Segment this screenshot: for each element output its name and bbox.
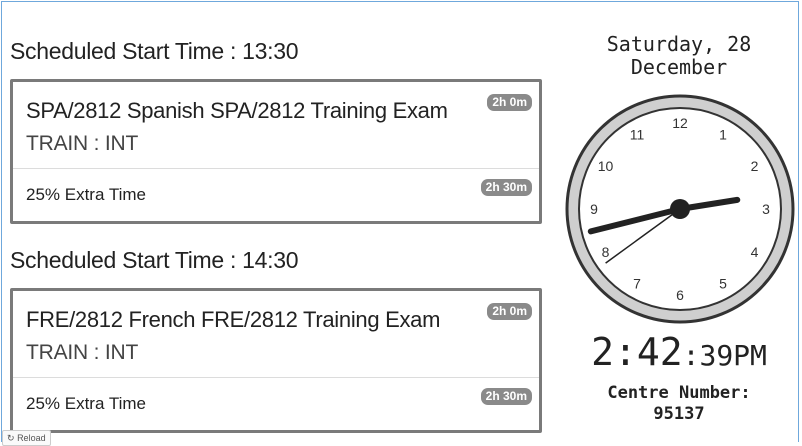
clock-numeral: 7 (633, 276, 641, 292)
clock-center-cap (670, 199, 690, 219)
centre-number-block: Centre Number: 95137 (560, 383, 798, 425)
centre-number-label: Centre Number: (607, 383, 751, 403)
extra-time-row: 25% Extra Time 2h 30m (13, 169, 539, 221)
date-month: December (630, 55, 728, 79)
clock-numeral: 5 (719, 276, 727, 292)
clock-numeral: 1 (719, 127, 727, 143)
scheduled-start-time: Scheduled Start Time : 14:30 (10, 247, 299, 273)
exam-card: SPA/2812 Spanish SPA/2812 Training Exam … (10, 79, 542, 224)
analog-clock: 121234567891011 (565, 94, 795, 324)
scheduled-start-time: Scheduled Start Time : 13:30 (10, 38, 299, 64)
extra-time-label: 25% Extra Time (26, 394, 146, 413)
exam-duration-badge: 2h 0m (487, 94, 532, 111)
exam-title: FRE/2812 French FRE/2812 Training Exam (26, 307, 441, 332)
digital-time: 2:42:39PM (560, 330, 798, 374)
clock-numeral: 3 (762, 201, 770, 217)
time-hours-minutes: 2:42 (591, 330, 683, 374)
exam-title: SPA/2812 Spanish SPA/2812 Training Exam (26, 98, 448, 123)
reload-label: Reload (17, 433, 46, 443)
refresh-icon: ↻ (7, 433, 15, 443)
extra-time-label: 25% Extra Time (26, 185, 146, 204)
exam-subtitle: TRAIN : INT (26, 341, 139, 364)
extra-time-badge: 2h 30m (480, 388, 532, 405)
clock-numeral: 12 (672, 115, 688, 131)
centre-number-value: 95137 (653, 404, 705, 424)
date-weekday-day: Saturday, 28 (606, 32, 752, 56)
extra-time-row: 25% Extra Time 2h 30m (13, 378, 539, 430)
clock-numeral: 9 (590, 201, 598, 217)
clock-numeral: 6 (676, 287, 684, 303)
clock-numeral: 2 (751, 158, 759, 174)
clock-numeral: 8 (602, 244, 610, 260)
reload-button[interactable]: ↻ Reload (2, 430, 51, 446)
exam-card-header: FRE/2812 French FRE/2812 Training Exam 2… (13, 291, 539, 378)
clock-numeral: 11 (630, 127, 645, 143)
clock-numeral: 10 (598, 158, 614, 174)
extra-time-badge: 2h 30m (480, 179, 532, 196)
time-seconds-ampm: :39PM (682, 339, 767, 372)
exam-card: FRE/2812 French FRE/2812 Training Exam 2… (10, 288, 542, 433)
date-display: Saturday, 28 December (560, 33, 798, 79)
exam-duration-badge: 2h 0m (487, 303, 532, 320)
exam-subtitle: TRAIN : INT (26, 132, 139, 155)
clock-numeral: 4 (751, 244, 759, 260)
exam-card-header: SPA/2812 Spanish SPA/2812 Training Exam … (13, 82, 539, 169)
